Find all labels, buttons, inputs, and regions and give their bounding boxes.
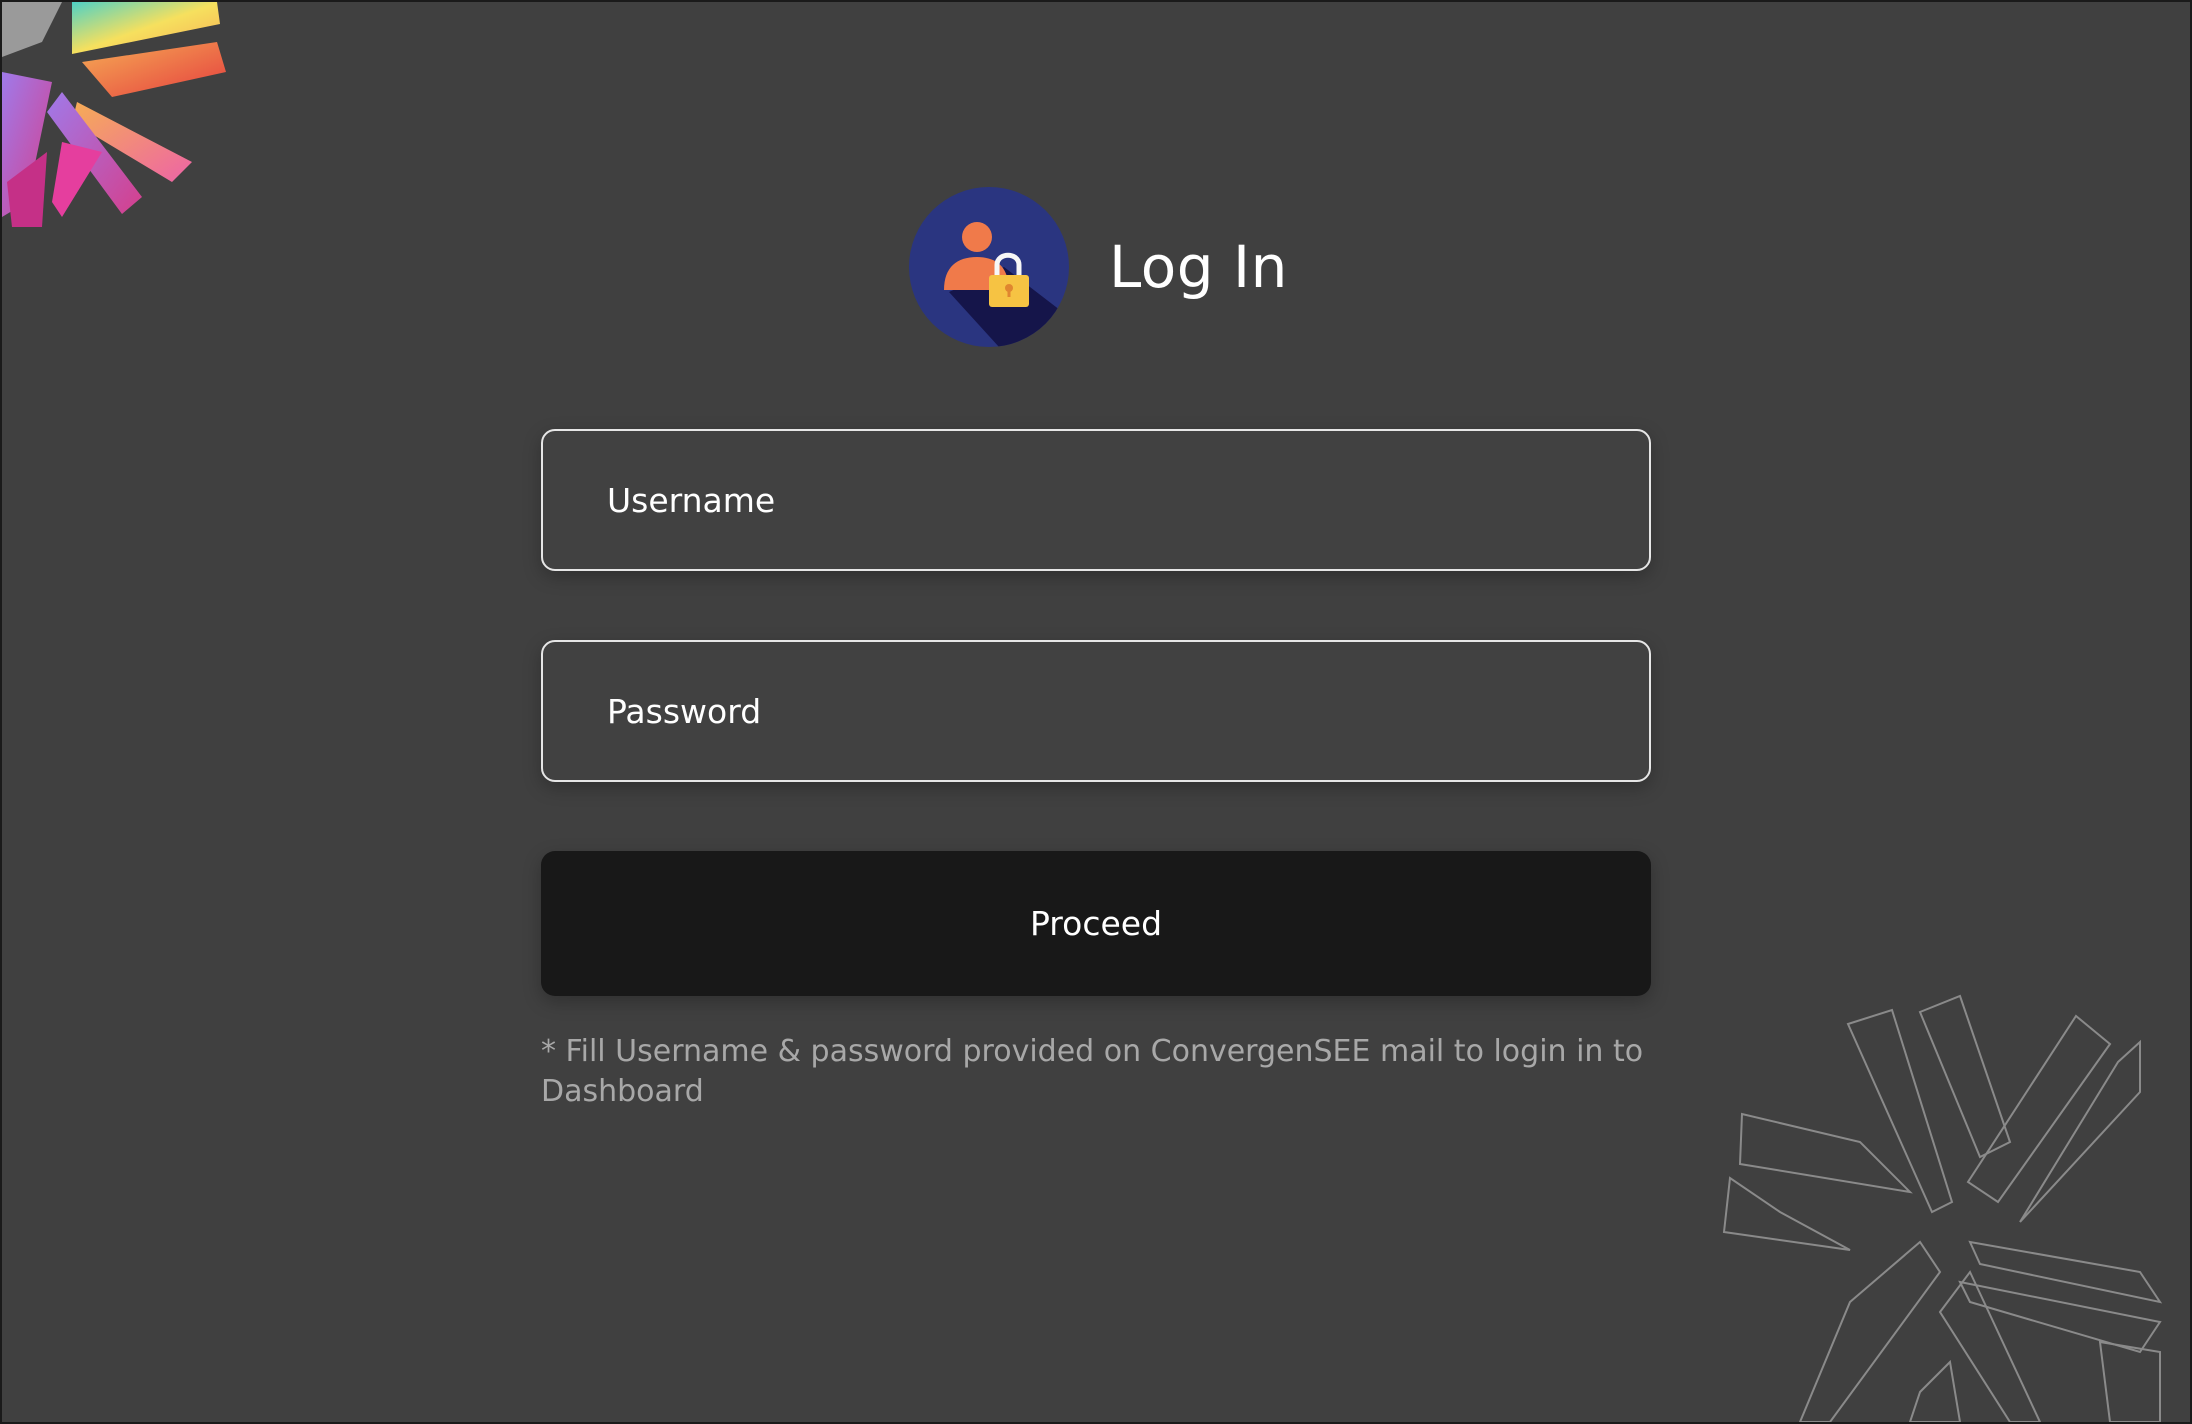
user-lock-icon bbox=[909, 187, 1069, 347]
password-input[interactable] bbox=[543, 642, 1649, 780]
login-page: Log In Proceed * Fill Username & passwor… bbox=[0, 0, 2192, 1424]
login-help-note: * Fill Username & password provided on C… bbox=[541, 1034, 1644, 1109]
username-field-container bbox=[541, 429, 1651, 571]
page-title: Log In bbox=[1109, 233, 1288, 301]
brand-logo-outline bbox=[1722, 994, 2163, 1422]
password-field-container bbox=[541, 640, 1651, 782]
brand-logo-colorful bbox=[2, 2, 226, 227]
login-header: Log In bbox=[909, 187, 1288, 347]
username-input[interactable] bbox=[543, 431, 1649, 569]
proceed-button[interactable]: Proceed bbox=[541, 851, 1651, 996]
